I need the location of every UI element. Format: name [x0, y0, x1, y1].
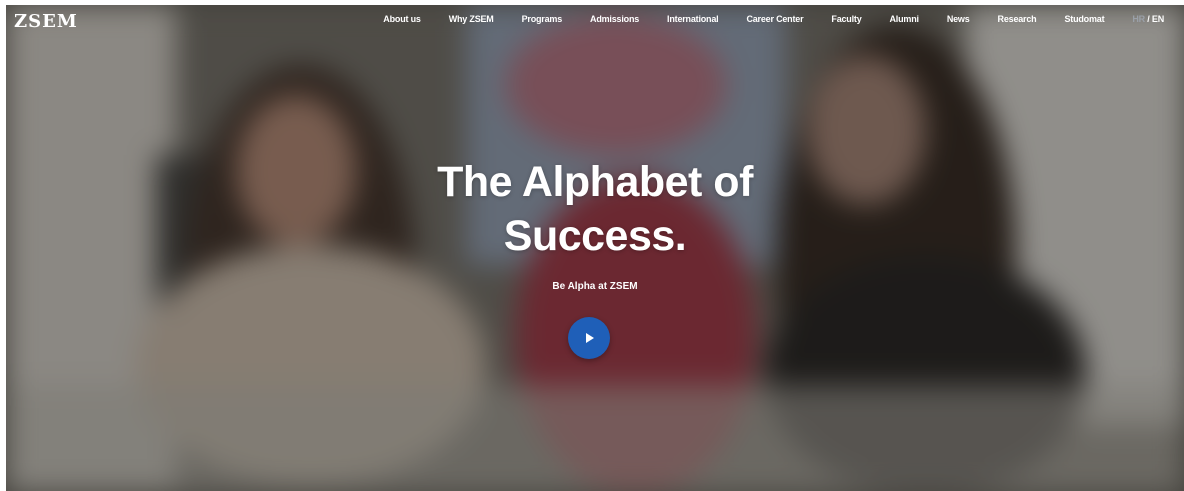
nav-item-faculty[interactable]: Faculty [831, 14, 861, 24]
nav-item-admissions[interactable]: Admissions [590, 14, 639, 24]
top-navigation: ZSEM About us Why ZSEM Programs Admissio… [6, 5, 1184, 39]
nav-item-news[interactable]: News [947, 14, 970, 24]
language-hr-link[interactable]: HR [1132, 14, 1145, 24]
hero-title: The Alphabet of Success. [6, 155, 1184, 263]
nav-item-research[interactable]: Research [998, 14, 1037, 24]
language-en-link[interactable]: EN [1152, 14, 1164, 24]
zsem-logo[interactable]: ZSEM [14, 11, 78, 32]
language-switcher: HR / EN [1132, 14, 1164, 24]
hero-tagline: Be Alpha at ZSEM [552, 281, 638, 292]
nav-item-why-zsem[interactable]: Why ZSEM [449, 14, 494, 24]
nav-item-international[interactable]: International [667, 14, 719, 24]
nav-item-career-center[interactable]: Career Center [746, 14, 803, 24]
nav-item-alumni[interactable]: Alumni [890, 14, 920, 24]
nav-item-about-us[interactable]: About us [383, 14, 421, 24]
hero-content: The Alphabet of Success. Be Alpha at ZSE… [6, 155, 1184, 292]
nav-item-programs[interactable]: Programs [522, 14, 563, 24]
language-separator: / [1144, 14, 1152, 24]
play-video-button[interactable] [568, 317, 610, 359]
main-menu: About us Why ZSEM Programs Admissions In… [355, 14, 1164, 24]
hero-section: ZSEM About us Why ZSEM Programs Admissio… [6, 5, 1184, 491]
nav-item-studomat[interactable]: Studomat [1064, 14, 1104, 24]
play-icon [586, 333, 594, 343]
hero-title-line-2: Success. [503, 212, 687, 260]
hero-title-line-1: The Alphabet of [437, 158, 753, 206]
